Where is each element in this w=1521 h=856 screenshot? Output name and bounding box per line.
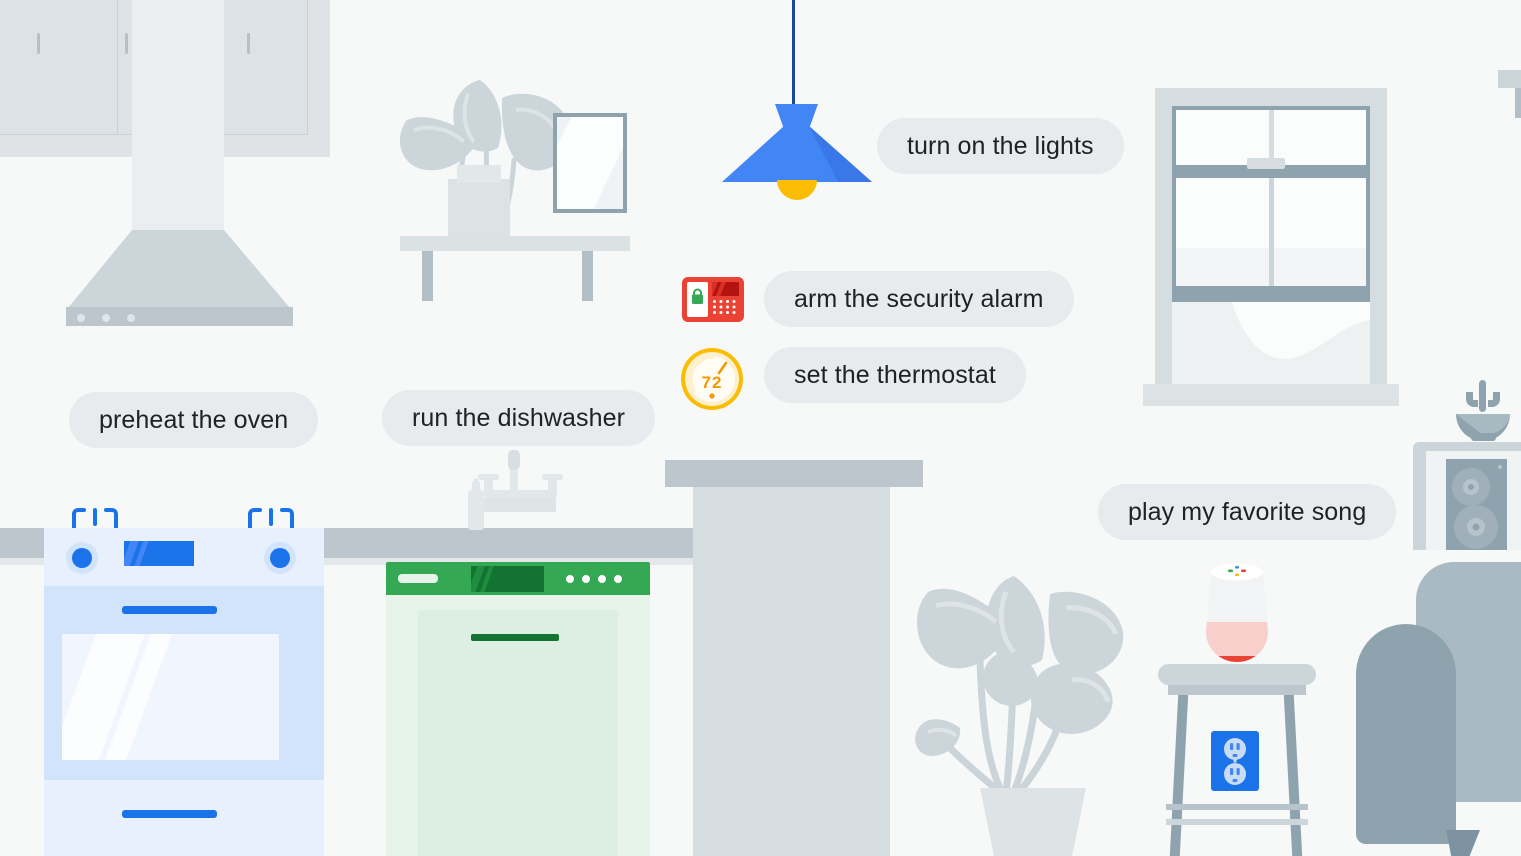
dishwasher-indicator[interactable]: [614, 575, 622, 583]
thermostat-icon[interactable]: 72: [681, 348, 743, 410]
island-body: [693, 487, 890, 856]
island-countertop: [665, 460, 923, 487]
corner-shelf-bracket: [1515, 88, 1521, 118]
pendant-lamp[interactable]: [720, 0, 875, 210]
command-bubble-play-song[interactable]: play my favorite song: [1098, 484, 1397, 540]
soap-dispenser[interactable]: [466, 478, 486, 530]
command-bubble-preheat-oven[interactable]: preheat the oven: [69, 392, 319, 448]
picture-frame: [553, 113, 627, 213]
window-latch[interactable]: [1247, 158, 1285, 169]
hood-light[interactable]: [102, 314, 110, 322]
armchair: [1356, 562, 1521, 856]
smart-oven[interactable]: [44, 508, 324, 856]
range-hood-canopy: [68, 230, 290, 308]
cabinet-handle[interactable]: [37, 33, 40, 54]
double-hung-window[interactable]: [1143, 88, 1399, 421]
cactus-planter: [1448, 378, 1520, 446]
lamp-bulb-glow: [777, 180, 817, 200]
oven-display: [124, 541, 194, 566]
lock-icon: [692, 288, 703, 304]
hifi-speaker[interactable]: [1446, 459, 1507, 550]
oven-drawer[interactable]: [44, 780, 324, 856]
range-hood: [62, 0, 302, 335]
shelf-vase: [448, 165, 510, 240]
shelf-bracket: [582, 251, 593, 301]
smart-speaker[interactable]: [1198, 560, 1276, 668]
oven-burner-grate-left: [72, 508, 118, 530]
hood-light[interactable]: [127, 314, 135, 322]
sideboard-cabinet: [1413, 442, 1521, 550]
oven-door-handle[interactable]: [122, 606, 217, 614]
shelf-bracket: [422, 251, 433, 301]
dishwasher-indicator[interactable]: [582, 575, 590, 583]
panel-display: [712, 282, 739, 296]
dishwasher-indicator[interactable]: [598, 575, 606, 583]
dishwasher-handle[interactable]: [398, 574, 438, 583]
oven-window: [62, 634, 279, 760]
oven-burner-grate-right: [248, 508, 294, 530]
smart-outlet[interactable]: [1211, 731, 1259, 791]
floor-plant-monstera: [910, 556, 1150, 856]
range-hood-chimney: [132, 0, 224, 236]
smart-home-illustration: 72 preheat the oven run the dishwasher t…: [0, 0, 1521, 856]
command-bubble-arm-alarm[interactable]: arm the security alarm: [764, 271, 1074, 327]
range-hood-bar: [66, 307, 293, 326]
stool-leg: [1283, 695, 1303, 856]
panel-keypad[interactable]: [712, 299, 740, 317]
armchair-leg: [1446, 830, 1480, 856]
lamp-shade: [722, 104, 872, 182]
thermostat-temperature: 72: [701, 373, 723, 392]
dishwasher-display: [471, 566, 544, 592]
hood-light[interactable]: [77, 314, 85, 322]
dishwasher-indicator[interactable]: [566, 575, 574, 583]
command-bubble-run-dishwasher[interactable]: run the dishwasher: [382, 390, 656, 446]
armchair-arm: [1356, 624, 1456, 844]
stool-rung: [1166, 804, 1308, 810]
lamp-cord: [792, 0, 795, 106]
corner-shelf-fragment: [1498, 70, 1521, 88]
stool-rung: [1166, 819, 1308, 825]
command-bubble-turn-on-lights[interactable]: turn on the lights: [877, 118, 1124, 174]
stool-seat: [1158, 664, 1316, 685]
security-panel-icon[interactable]: [682, 277, 744, 322]
window-sill: [1143, 384, 1399, 406]
command-bubble-set-thermostat[interactable]: set the thermostat: [764, 347, 1026, 403]
stool-leg: [1169, 695, 1189, 856]
dishwasher-door-handle[interactable]: [471, 634, 559, 641]
smart-dishwasher[interactable]: [386, 562, 650, 856]
wall-shelf-group: [390, 80, 640, 310]
oven-drawer-handle[interactable]: [122, 810, 217, 818]
kitchen-island: [665, 460, 925, 856]
shelf-board: [400, 236, 630, 251]
